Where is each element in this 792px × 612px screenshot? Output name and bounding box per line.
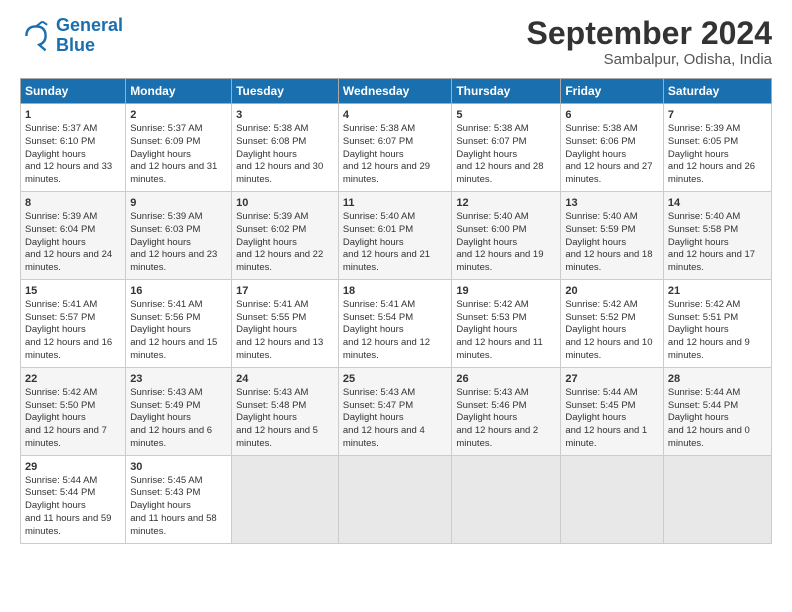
day-number: 18	[343, 284, 447, 299]
day-number: 14	[668, 196, 767, 211]
table-cell: 10Sunrise: 5:39 AMSunset: 6:02 PMDayligh…	[232, 192, 339, 280]
table-row: 8Sunrise: 5:39 AMSunset: 6:04 PMDaylight…	[21, 192, 772, 280]
table-cell: 9Sunrise: 5:39 AMSunset: 6:03 PMDaylight…	[126, 192, 232, 280]
table-cell: 11Sunrise: 5:40 AMSunset: 6:01 PMDayligh…	[338, 192, 451, 280]
main-title: September 2024	[527, 16, 772, 51]
day-number: 9	[130, 196, 227, 211]
table-cell: 5Sunrise: 5:38 AMSunset: 6:07 PMDaylight…	[452, 104, 561, 192]
table-cell: 16Sunrise: 5:41 AMSunset: 5:56 PMDayligh…	[126, 280, 232, 368]
day-number: 19	[456, 284, 556, 299]
day-number: 5	[456, 108, 556, 123]
table-cell: 28Sunrise: 5:44 AMSunset: 5:44 PMDayligh…	[663, 367, 771, 455]
table-cell: 20Sunrise: 5:42 AMSunset: 5:52 PMDayligh…	[561, 280, 664, 368]
table-row: 29Sunrise: 5:44 AMSunset: 5:44 PMDayligh…	[21, 455, 772, 543]
table-cell: 12Sunrise: 5:40 AMSunset: 6:00 PMDayligh…	[452, 192, 561, 280]
table-cell: 21Sunrise: 5:42 AMSunset: 5:51 PMDayligh…	[663, 280, 771, 368]
table-cell: 6Sunrise: 5:38 AMSunset: 6:06 PMDaylight…	[561, 104, 664, 192]
day-number: 8	[25, 196, 121, 211]
day-number: 17	[236, 284, 334, 299]
table-cell: 25Sunrise: 5:43 AMSunset: 5:47 PMDayligh…	[338, 367, 451, 455]
table-cell: 15Sunrise: 5:41 AMSunset: 5:57 PMDayligh…	[21, 280, 126, 368]
day-number: 2	[130, 108, 227, 123]
table-cell	[663, 455, 771, 543]
header-row: Sunday Monday Tuesday Wednesday Thursday…	[21, 79, 772, 104]
day-number: 16	[130, 284, 227, 299]
table-cell: 8Sunrise: 5:39 AMSunset: 6:04 PMDaylight…	[21, 192, 126, 280]
day-number: 29	[25, 460, 121, 475]
table-row: 1Sunrise: 5:37 AMSunset: 6:10 PMDaylight…	[21, 104, 772, 192]
table-cell: 14Sunrise: 5:40 AMSunset: 5:58 PMDayligh…	[663, 192, 771, 280]
title-block: September 2024 Sambalpur, Odisha, India	[527, 16, 772, 68]
table-cell: 22Sunrise: 5:42 AMSunset: 5:50 PMDayligh…	[21, 367, 126, 455]
day-number: 24	[236, 372, 334, 387]
table-cell: 23Sunrise: 5:43 AMSunset: 5:49 PMDayligh…	[126, 367, 232, 455]
table-cell: 27Sunrise: 5:44 AMSunset: 5:45 PMDayligh…	[561, 367, 664, 455]
table-cell: 29Sunrise: 5:44 AMSunset: 5:44 PMDayligh…	[21, 455, 126, 543]
col-friday: Friday	[561, 79, 664, 104]
table-cell: 19Sunrise: 5:42 AMSunset: 5:53 PMDayligh…	[452, 280, 561, 368]
day-number: 7	[668, 108, 767, 123]
col-wednesday: Wednesday	[338, 79, 451, 104]
day-number: 15	[25, 284, 121, 299]
table-cell	[452, 455, 561, 543]
day-number: 12	[456, 196, 556, 211]
col-sunday: Sunday	[21, 79, 126, 104]
table-cell: 2Sunrise: 5:37 AMSunset: 6:09 PMDaylight…	[126, 104, 232, 192]
day-number: 4	[343, 108, 447, 123]
col-thursday: Thursday	[452, 79, 561, 104]
day-number: 22	[25, 372, 121, 387]
subtitle: Sambalpur, Odisha, India	[527, 51, 772, 68]
day-number: 30	[130, 460, 227, 475]
table-cell: 17Sunrise: 5:41 AMSunset: 5:55 PMDayligh…	[232, 280, 339, 368]
col-saturday: Saturday	[663, 79, 771, 104]
day-number: 3	[236, 108, 334, 123]
table-cell: 13Sunrise: 5:40 AMSunset: 5:59 PMDayligh…	[561, 192, 664, 280]
day-number: 26	[456, 372, 556, 387]
day-number: 10	[236, 196, 334, 211]
day-number: 21	[668, 284, 767, 299]
table-cell: 1Sunrise: 5:37 AMSunset: 6:10 PMDaylight…	[21, 104, 126, 192]
logo-text: General Blue	[56, 16, 123, 56]
day-number: 27	[565, 372, 659, 387]
day-number: 20	[565, 284, 659, 299]
table-cell: 30Sunrise: 5:45 AMSunset: 5:43 PMDayligh…	[126, 455, 232, 543]
table-cell: 26Sunrise: 5:43 AMSunset: 5:46 PMDayligh…	[452, 367, 561, 455]
table-cell: 24Sunrise: 5:43 AMSunset: 5:48 PMDayligh…	[232, 367, 339, 455]
page: General Blue September 2024 Sambalpur, O…	[0, 0, 792, 612]
logo: General Blue	[20, 16, 123, 56]
table-cell	[561, 455, 664, 543]
day-number: 11	[343, 196, 447, 211]
logo-icon	[20, 20, 52, 52]
table-cell: 4Sunrise: 5:38 AMSunset: 6:07 PMDaylight…	[338, 104, 451, 192]
table-cell: 3Sunrise: 5:38 AMSunset: 6:08 PMDaylight…	[232, 104, 339, 192]
col-tuesday: Tuesday	[232, 79, 339, 104]
day-number: 25	[343, 372, 447, 387]
header: General Blue September 2024 Sambalpur, O…	[20, 16, 772, 68]
day-number: 6	[565, 108, 659, 123]
table-cell	[232, 455, 339, 543]
col-monday: Monday	[126, 79, 232, 104]
table-row: 22Sunrise: 5:42 AMSunset: 5:50 PMDayligh…	[21, 367, 772, 455]
table-cell: 7Sunrise: 5:39 AMSunset: 6:05 PMDaylight…	[663, 104, 771, 192]
table-cell	[338, 455, 451, 543]
table-row: 15Sunrise: 5:41 AMSunset: 5:57 PMDayligh…	[21, 280, 772, 368]
table-cell: 18Sunrise: 5:41 AMSunset: 5:54 PMDayligh…	[338, 280, 451, 368]
day-number: 1	[25, 108, 121, 123]
day-number: 13	[565, 196, 659, 211]
day-number: 28	[668, 372, 767, 387]
day-number: 23	[130, 372, 227, 387]
calendar-table: Sunday Monday Tuesday Wednesday Thursday…	[20, 78, 772, 544]
